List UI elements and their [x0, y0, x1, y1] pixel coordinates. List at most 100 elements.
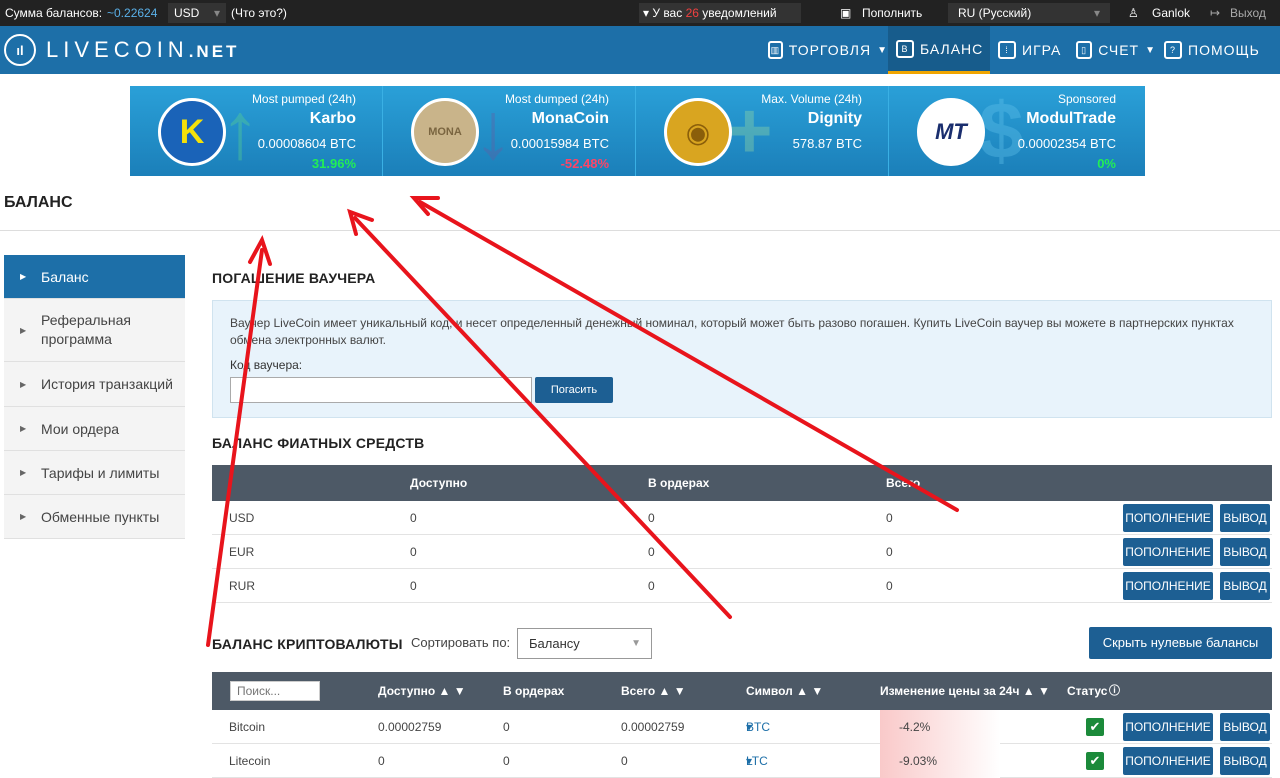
account-icon: ▯ — [1076, 41, 1093, 59]
triangle-down-icon: ▾ — [643, 6, 653, 20]
deposit-button[interactable]: ПОПОЛНЕНИЕ — [1123, 713, 1213, 741]
fiat-title: БАЛАНС ФИАТНЫХ СРЕДСТВ — [212, 435, 425, 451]
voucher-code-label: Код ваучера: — [230, 358, 303, 372]
logout-link[interactable]: Выход — [1230, 0, 1266, 26]
col-total-sort[interactable]: Всего ▲ ▼ — [621, 672, 686, 710]
currency-select[interactable]: USD ▾ — [168, 3, 226, 23]
banner-tag: Most pumped (24h) — [251, 92, 356, 106]
caret-down-icon: ▼ — [1145, 44, 1156, 56]
logout-icon: ↦ — [1210, 6, 1221, 20]
withdraw-button[interactable]: ВЫВОД — [1220, 538, 1270, 566]
available-value: 0.00002759 — [378, 720, 442, 734]
banner-tag: Sponsored — [1057, 92, 1116, 106]
total-value: 0 — [886, 579, 893, 593]
logo-name: LIVECOIN — [46, 37, 189, 62]
currency-value: USD — [174, 6, 200, 20]
voucher-code-input[interactable] — [230, 377, 532, 403]
sidebar: ▶ Баланс ▶ Реферальная программа ▶ История … — [4, 255, 185, 539]
banner-cell-dumped[interactable]: ↓ MONA Most dumped (24h) MonaCoin 0.0001… — [383, 86, 636, 176]
crypto-table-header: Доступно ▲ ▼ В ордерах Всего ▲ ▼ Символ … — [212, 672, 1272, 710]
withdraw-button[interactable]: ВЫВОД — [1220, 747, 1270, 775]
in-orders-value: 0 — [648, 579, 655, 593]
banner-tag: Most dumped (24h) — [504, 92, 609, 106]
sidebar-item-tariffs[interactable]: ▶ Тарифы и лимиты — [4, 451, 185, 495]
triangle-right-icon: ▶ — [20, 379, 27, 389]
col-in-orders: В ордерах — [503, 684, 565, 698]
currency-name: EUR — [229, 545, 255, 559]
nav-help[interactable]: ? ПОМОЩЬ — [1156, 26, 1278, 74]
sidebar-item-transactions[interactable]: ▶ История транзакций — [4, 362, 185, 407]
what-is-link[interactable]: (Что это?) — [231, 0, 287, 26]
col-available-sort[interactable]: Доступно ▲ ▼ — [378, 672, 466, 710]
status-check-icon: ✔ — [1086, 752, 1104, 770]
banner-cell-sponsored[interactable]: $ MT Sponsored ModulTrade 0.00002354 BTC… — [889, 86, 1142, 176]
voucher-panel: Ваучер LiveCoin имеет уникальный код, и … — [212, 300, 1272, 418]
deposit-button[interactable]: ПОПОЛНЕНИЕ — [1123, 538, 1213, 566]
sidebar-item-exchangers[interactable]: ▶ Обменные пункты — [4, 495, 185, 539]
page-title: БАЛАНС — [4, 194, 73, 211]
banner-change: -52.48% — [560, 156, 609, 171]
chevron-down-icon: ▾ — [213, 6, 220, 20]
nav-balance[interactable]: B БАЛАНС — [888, 26, 990, 74]
caret-down-icon: ▼ — [877, 44, 888, 56]
triangle-right-icon: ▶ — [20, 272, 27, 281]
banner-change: 31.96% — [311, 156, 356, 171]
total-value: 0.00002759 — [621, 720, 685, 734]
deposit-link[interactable]: Пополнить — [862, 0, 922, 26]
nav-account[interactable]: ▯ СЧЕТ ▼ — [1068, 26, 1156, 74]
sidebar-item-balance[interactable]: ▶ Баланс — [4, 255, 185, 299]
sidebar-item-referral[interactable]: ▶ Реферальная программа — [4, 299, 185, 362]
nav-trade-label: ТОРГОВЛЯ — [788, 42, 872, 58]
banner-coin-name: Karbo — [309, 110, 356, 127]
change-highlight — [880, 744, 1000, 778]
dignity-coin-icon: ◉ — [664, 98, 732, 166]
user-icon: ♙ — [1128, 6, 1139, 20]
caret-down-icon: ▾ — [746, 720, 753, 734]
notifications-button[interactable]: ▾ У вас 26 уведомлений — [639, 3, 801, 23]
banner-cell-volume[interactable]: + ◉ Max. Volume (24h) Dignity 578.87 BTC — [636, 86, 889, 176]
deposit-button[interactable]: ПОПОЛНЕНИЕ — [1123, 504, 1213, 532]
coin-banner: ↑ K Most pumped (24h) Karbo 0.00008604 B… — [130, 86, 1145, 176]
banner-coin-name: ModulTrade — [1026, 110, 1116, 127]
logo-text: LIVECOIN.NET — [46, 37, 239, 63]
table-row: Bitcoin 0.00002759 0 0.00002759 BTC ▾ -4… — [212, 710, 1272, 744]
withdraw-button[interactable]: ВЫВОД — [1220, 713, 1270, 741]
banner-cell-pumped[interactable]: ↑ K Most pumped (24h) Karbo 0.00008604 B… — [130, 86, 383, 176]
status-check-icon: ✔ — [1086, 718, 1104, 736]
nav-game[interactable]: ⁞ ИГРА — [990, 26, 1068, 74]
withdraw-button[interactable]: ВЫВОД — [1220, 504, 1270, 532]
nav-trade[interactable]: ▥ ТОРГОВЛЯ ▼ — [760, 26, 888, 74]
language-select[interactable]: RU (Русский) ▾ — [948, 3, 1110, 23]
col-change-sort[interactable]: Изменение цены за 24ч ▲ ▼ — [880, 672, 1050, 710]
banner-tag: Max. Volume (24h) — [761, 92, 862, 106]
change-value: -9.03% — [899, 754, 938, 768]
logo[interactable]: ıl LIVECOIN.NET — [4, 33, 239, 67]
col-status: Статус — [1067, 684, 1108, 698]
balance-label: Сумма балансов: — [5, 6, 103, 20]
triangle-right-icon: ▶ — [20, 468, 27, 477]
redeem-button[interactable]: Погасить — [535, 377, 613, 403]
banner-coin-name: MonaCoin — [531, 110, 609, 127]
in-orders-value: 0 — [648, 511, 655, 525]
banner-coin-name: Dignity — [807, 110, 862, 127]
available-value: 0 — [410, 579, 417, 593]
deposit-button[interactable]: ПОПОЛНЕНИЕ — [1123, 747, 1213, 775]
sidebar-item-label: Тарифы и лимиты — [41, 464, 160, 481]
sidebar-item-label: Мои ордера — [41, 420, 120, 437]
user-name[interactable]: Ganlok — [1152, 0, 1190, 26]
banner-price: 578.87 BTC — [792, 136, 862, 151]
col-available: Доступно — [410, 476, 468, 490]
table-row: RUR 0 0 0 ПОПОЛНЕНИЕ ВЫВОД — [212, 569, 1272, 603]
col-symbol-sort[interactable]: Символ ▲ ▼ — [746, 672, 823, 710]
deposit-button[interactable]: ПОПОЛНЕНИЕ — [1123, 572, 1213, 600]
withdraw-button[interactable]: ВЫВОД — [1220, 572, 1270, 600]
sort-select[interactable]: Балансу ▼ — [517, 628, 652, 659]
info-icon[interactable]: ⓘ — [1109, 672, 1120, 710]
col-in-orders: В ордерах — [648, 476, 710, 490]
sidebar-item-orders[interactable]: ▶ Мои ордера — [4, 407, 185, 451]
nav-help-label: ПОМОЩЬ — [1188, 42, 1260, 58]
total-value: 0 — [886, 545, 893, 559]
hide-zero-balances-button[interactable]: Скрыть нулевые балансы — [1089, 627, 1272, 659]
karbo-coin-icon: K — [158, 98, 226, 166]
search-input[interactable] — [230, 681, 320, 701]
